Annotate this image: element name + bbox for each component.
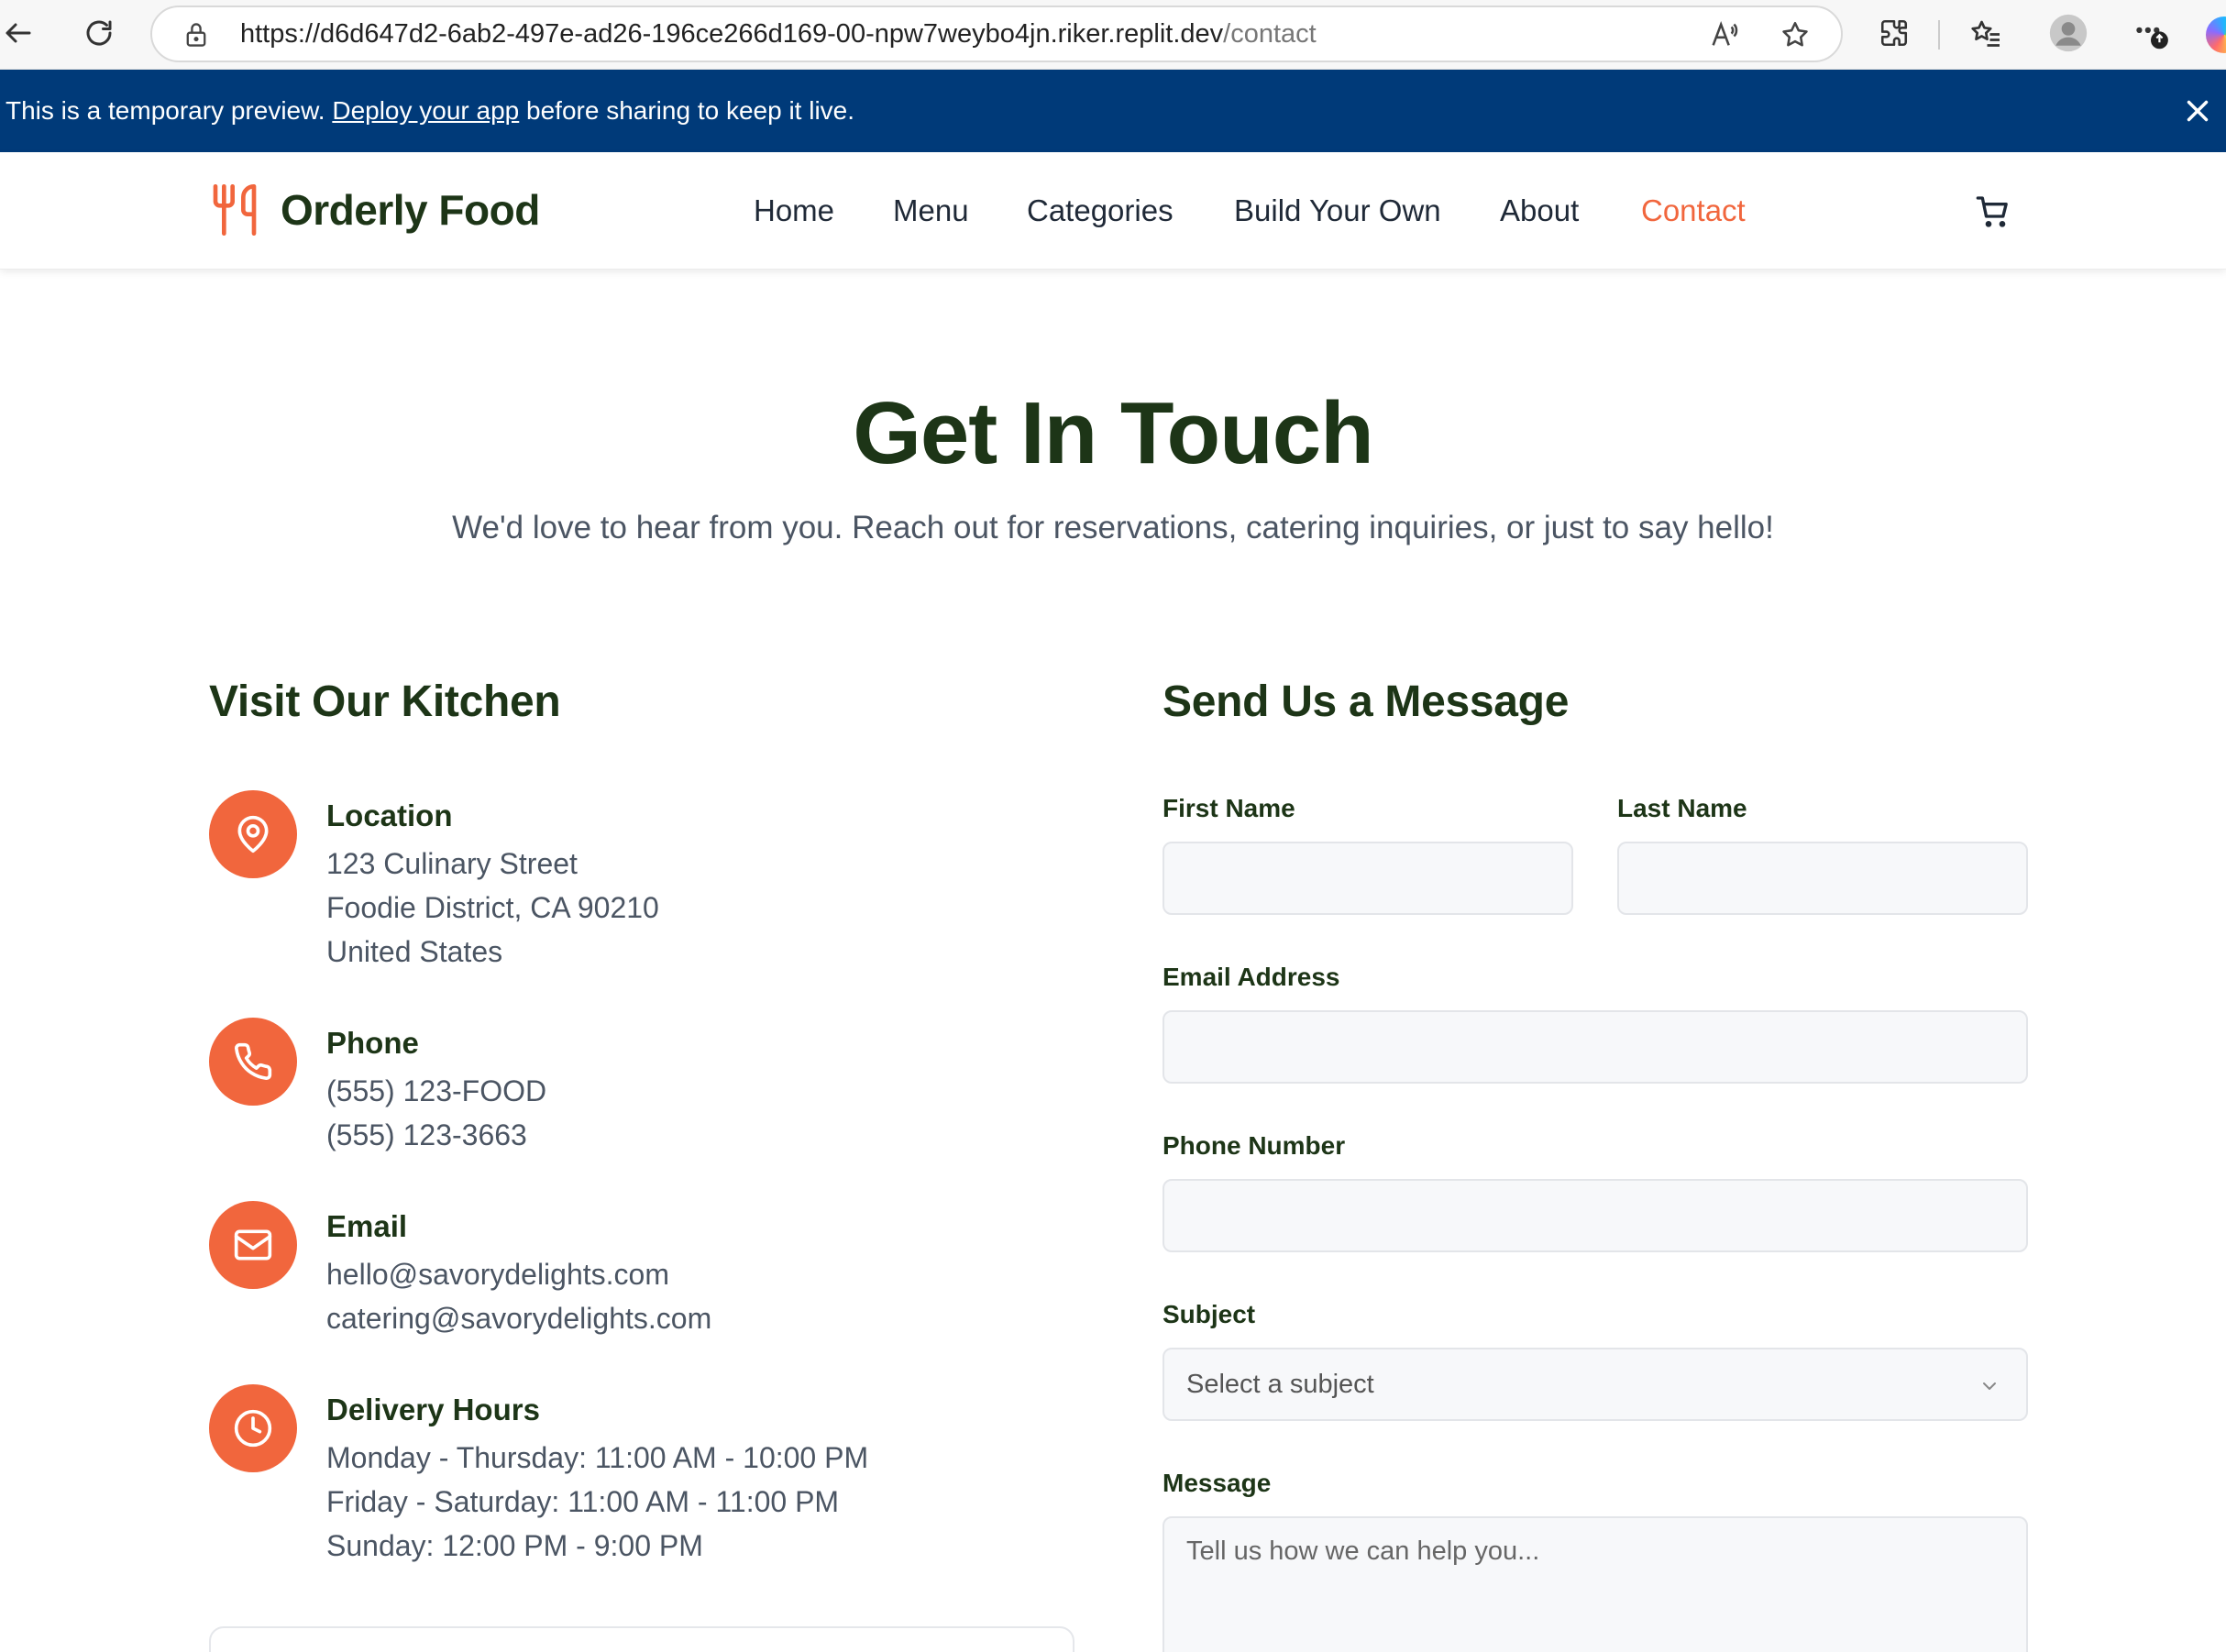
nav-home[interactable]: Home (754, 193, 834, 228)
more-options-icon[interactable] (2125, 7, 2176, 59)
url-path: /contact (1223, 19, 1317, 49)
profile-avatar-icon[interactable] (2043, 7, 2094, 59)
url-text[interactable]: https://d6d647d2-6ab2-497e-ad26-196ce266… (240, 7, 1317, 61)
clock-icon (209, 1384, 297, 1472)
email-line[interactable]: hello@savorydelights.com (326, 1252, 711, 1296)
phone-title: Phone (326, 1026, 419, 1060)
banner-text-after: before sharing to keep it live. (519, 96, 855, 125)
location-line: United States (326, 935, 503, 968)
email-line[interactable]: catering@savorydelights.com (326, 1296, 711, 1340)
location-title: Location (326, 798, 453, 832)
email-title: Email (326, 1209, 408, 1243)
read-aloud-icon[interactable] (1707, 18, 1740, 51)
map-pin-icon (209, 790, 297, 878)
hours-line: Monday - Thursday: 11:00 AM - 10:00 PM (326, 1441, 869, 1474)
preview-banner: This is a temporary preview. Deploy your… (0, 70, 2226, 152)
url-host: https://d6d647d2-6ab2-497e-ad26-196ce266… (240, 19, 1224, 49)
page-subtitle: We'd love to hear from you. Reach out fo… (452, 510, 1774, 545)
deploy-link[interactable]: Deploy your app (332, 96, 519, 125)
nav-about[interactable]: About (1500, 193, 1579, 228)
message-placeholder: Tell us how we can help you... (1186, 1536, 1540, 1566)
first-name-input[interactable] (1163, 842, 1573, 915)
nav-build-your-own[interactable]: Build Your Own (1234, 193, 1441, 228)
chevron-down-icon (1983, 1382, 1996, 1390)
lock-icon[interactable] (183, 21, 209, 53)
back-icon[interactable] (0, 7, 44, 59)
mail-icon (209, 1201, 297, 1289)
hours-line: Sunday: 12:00 PM - 9:00 PM (326, 1529, 703, 1562)
page-title: Get In Touch (853, 384, 1374, 482)
copilot-icon[interactable] (2206, 17, 2226, 53)
nav-menu[interactable]: Menu (893, 193, 969, 228)
form-heading: Send Us a Message (1163, 677, 1570, 726)
address-bar[interactable]: https://d6d647d2-6ab2-497e-ad26-196ce266… (150, 6, 1843, 62)
phone-input[interactable] (1163, 1179, 2028, 1252)
site-header: Orderly Food Home Menu Categories Build … (0, 152, 2226, 270)
extensions-icon[interactable] (1868, 7, 1920, 59)
toolbar-divider (1938, 20, 1940, 50)
cart-icon[interactable] (1975, 193, 2011, 230)
email-label: Email Address (1163, 963, 1340, 991)
nav-categories[interactable]: Categories (1027, 193, 1174, 228)
phone-line[interactable]: (555) 123-FOOD (326, 1069, 546, 1113)
brand-name: Orderly Food (281, 186, 540, 234)
phone-label: Phone Number (1163, 1131, 1346, 1160)
message-label: Message (1163, 1469, 1272, 1497)
hours-title: Delivery Hours (326, 1393, 540, 1426)
favorite-star-icon[interactable] (1779, 18, 1812, 51)
subject-select[interactable]: Select a subject (1163, 1348, 2028, 1421)
preview-banner-text: This is a temporary preview. Deploy your… (6, 70, 854, 152)
visit-heading: Visit Our Kitchen (209, 677, 561, 726)
utensils-icon (213, 183, 257, 236)
map-card (209, 1626, 1074, 1652)
phone-line[interactable]: (555) 123-3663 (326, 1113, 546, 1157)
message-textarea[interactable]: Tell us how we can help you... (1163, 1516, 2028, 1652)
first-name-label: First Name (1163, 794, 1295, 822)
email-input[interactable] (1163, 1010, 2028, 1084)
logo[interactable]: Orderly Food (209, 182, 540, 238)
last-name-input[interactable] (1617, 842, 2028, 915)
subject-select-value: Select a subject (1186, 1369, 1374, 1399)
nav-contact[interactable]: Contact (1641, 193, 1746, 228)
hours-line: Friday - Saturday: 11:00 AM - 11:00 PM (326, 1485, 840, 1518)
phone-icon (209, 1018, 297, 1106)
favorites-list-icon[interactable] (1960, 7, 2011, 59)
location-line: 123 Culinary Street (326, 847, 578, 880)
reload-icon[interactable] (73, 7, 125, 59)
banner-text-before: This is a temporary preview. (6, 96, 333, 125)
browser-toolbar: https://d6d647d2-6ab2-497e-ad26-196ce266… (0, 0, 2226, 70)
location-line: Foodie District, CA 90210 (326, 891, 659, 924)
subject-label: Subject (1163, 1300, 1256, 1328)
last-name-label: Last Name (1617, 794, 1747, 822)
close-icon[interactable] (2180, 94, 2215, 128)
